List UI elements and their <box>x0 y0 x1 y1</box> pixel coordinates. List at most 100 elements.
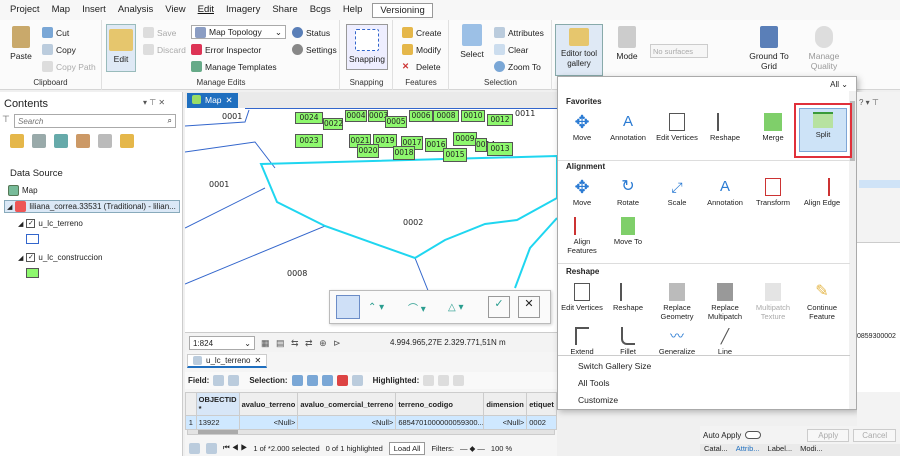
menu-edit[interactable]: Edit <box>192 0 220 20</box>
map-view[interactable]: Map ✕ 0001 0001 0002 0008 0024 0022 0004 000… <box>185 92 557 352</box>
generalize-tool[interactable]: 〰 Generalize <box>654 327 700 357</box>
nav-arrows[interactable]: ⏮ ◀ ▶ <box>223 443 247 453</box>
align-transform-tool[interactable]: Transform <box>750 178 796 208</box>
horizontal-scrollbar[interactable] <box>187 429 555 435</box>
zoom-to-button[interactable]: Zoom To <box>494 61 541 72</box>
menu-project[interactable]: Project <box>4 0 46 20</box>
building-footprint[interactable]: 0012 <box>487 114 513 126</box>
surfaces-select[interactable]: No surfaces <box>650 44 708 58</box>
building-footprint[interactable]: 0008 <box>433 110 459 122</box>
column-header[interactable]: avaluo_terreno <box>238 392 299 416</box>
error-inspector-button[interactable]: Error Inspector <box>191 44 261 55</box>
manage-quality-button[interactable]: Manage Quality <box>802 26 846 71</box>
buildings-layer[interactable]: 0024 0022 0004 0003 0005 0006 0008 0010 0012 0023… <box>293 110 513 162</box>
apply-button[interactable]: Apply <box>807 428 850 442</box>
column-header[interactable]: dimension <box>483 392 528 416</box>
layer-group-node[interactable]: ◢ liliana_correa.33531 (Traditional) - li… <box>4 200 180 213</box>
fillet-tool[interactable]: Fillet <box>605 327 651 357</box>
align-move-tool[interactable]: ✥ Move <box>559 178 605 208</box>
menu-map[interactable]: Map <box>46 0 76 20</box>
multipatch-texture-tool[interactable]: Multipatch Texture <box>750 283 796 321</box>
edit-button[interactable]: Edit <box>106 24 136 72</box>
scale-select[interactable]: 1:824 ⌄ <box>189 336 255 350</box>
construccion-symbol[interactable] <box>26 268 39 278</box>
continue-feature-tool[interactable]: ✎ Continue Feature <box>799 283 845 321</box>
extend-tool[interactable]: Extend <box>559 327 605 357</box>
checkbox-checked-icon[interactable]: ✓ <box>26 253 36 262</box>
align-edge-tool[interactable]: Align Edge <box>799 178 845 208</box>
table-cell[interactable]: 0002 <box>526 415 557 430</box>
polygon-tool-icon[interactable]: △ ▾ <box>448 302 480 313</box>
cancel-button[interactable]: Cancel <box>853 428 897 442</box>
cancel-sketch-icon[interactable]: ✕ <box>518 296 540 318</box>
expand-icon[interactable]: ◢ <box>18 220 23 228</box>
switch-gallery-size-item[interactable]: Switch Gallery Size <box>578 361 651 371</box>
reshape-reshape-tool[interactable]: Reshape <box>605 283 651 313</box>
switch-selection-icon[interactable] <box>306 375 318 386</box>
ground-to-grid-button[interactable]: Ground To Grid <box>748 26 790 71</box>
attributes-tab[interactable]: Attrib... <box>736 444 760 456</box>
delete-selection-icon[interactable] <box>336 375 348 386</box>
arc-tool-icon[interactable]: ⌒ ▾ <box>408 300 440 315</box>
align-rotate-tool[interactable]: ↻ Rotate <box>605 178 651 208</box>
favorite-reshape-tool[interactable]: Reshape <box>702 113 748 143</box>
favorite-merge-tool[interactable]: Merge <box>750 113 796 143</box>
building-footprint[interactable]: 0010 <box>461 110 485 122</box>
building-footprint[interactable]: 0004 <box>345 110 367 122</box>
terreno-symbol[interactable] <box>26 234 39 244</box>
building-footprint[interactable]: 0015 <box>443 148 467 162</box>
move-to-tool[interactable]: Move To <box>605 217 651 247</box>
table-view-icon[interactable] <box>189 442 200 454</box>
menu-versioning[interactable]: Versioning <box>372 2 433 18</box>
scroll-thumb[interactable] <box>198 430 238 434</box>
replace-geometry-tool[interactable]: Replace Geometry <box>654 283 700 321</box>
copy-button[interactable]: Copy <box>42 44 76 55</box>
map-tab[interactable]: Map ✕ <box>187 93 238 108</box>
delete-button[interactable]: ✕ Delete <box>402 61 441 72</box>
line-tool-icon[interactable] <box>336 295 360 319</box>
favorite-edit-vertices-tool[interactable]: Edit Vertices <box>654 113 700 143</box>
snapping-button[interactable]: Snapping <box>346 24 388 70</box>
highlight-icon[interactable] <box>453 375 465 386</box>
expand-icon[interactable]: ◢ <box>18 254 23 262</box>
snapping-list-icon[interactable] <box>98 134 112 148</box>
pane-controls[interactable]: ? ▾ ⊤ <box>859 98 879 107</box>
table-cell[interactable]: <Null> <box>483 415 528 430</box>
selection-list-icon[interactable] <box>54 134 68 148</box>
manage-templates-button[interactable]: Manage Templates <box>191 61 277 72</box>
catalog-tab[interactable]: Catal... <box>704 444 728 456</box>
clear-button[interactable]: Clear <box>494 44 528 55</box>
align-annotation-tool[interactable]: A Annotation <box>702 178 748 208</box>
editor-tool-gallery-button[interactable]: Editor tool gallery <box>555 24 603 76</box>
align-features-tool[interactable]: Align Features <box>559 217 605 255</box>
gallery-filter[interactable]: All ⌄ <box>830 80 848 89</box>
close-icon[interactable]: ✕ <box>226 95 233 106</box>
all-tools-item[interactable]: All Tools <box>578 378 610 388</box>
load-all-button[interactable]: Load All <box>388 441 426 455</box>
column-header[interactable]: OBJECTID * <box>195 392 240 416</box>
menu-help[interactable]: Help <box>337 0 369 20</box>
menu-insert[interactable]: Insert <box>76 0 112 20</box>
column-header[interactable]: terreno_codigo <box>395 392 485 416</box>
building-footprint[interactable]: 0018 <box>393 146 415 160</box>
building-footprint[interactable]: 0024 <box>295 112 323 124</box>
settings-button[interactable]: Settings <box>292 44 337 55</box>
table-view-icon[interactable] <box>206 442 217 454</box>
menu-imagery[interactable]: Imagery <box>220 0 266 20</box>
align-scale-tool[interactable]: ⤢ Scale <box>654 178 700 208</box>
reshape-edit-vertices-tool[interactable]: Edit Vertices <box>559 283 605 313</box>
column-header[interactable]: avaluo_comercial_terreno <box>297 392 397 416</box>
building-footprint[interactable]: 0013 <box>487 142 513 156</box>
select-button[interactable]: Select <box>456 24 488 59</box>
menu-bcgs[interactable]: Bcgs <box>304 0 337 20</box>
mode-button[interactable]: Mode <box>612 26 642 61</box>
drawing-order-icon[interactable] <box>10 134 24 148</box>
modify-tab[interactable]: Modi... <box>800 444 823 456</box>
favorite-move-tool[interactable]: ✥ Move <box>559 113 605 143</box>
highlight-icon[interactable] <box>423 375 435 386</box>
copy-path-button[interactable]: Copy Path <box>42 61 96 72</box>
building-footprint[interactable]: 0020 <box>357 144 379 158</box>
table-cell[interactable]: 13922 <box>195 415 240 430</box>
building-footprint[interactable]: 0014 <box>475 138 495 152</box>
checkbox-checked-icon[interactable]: ✓ <box>26 219 36 228</box>
